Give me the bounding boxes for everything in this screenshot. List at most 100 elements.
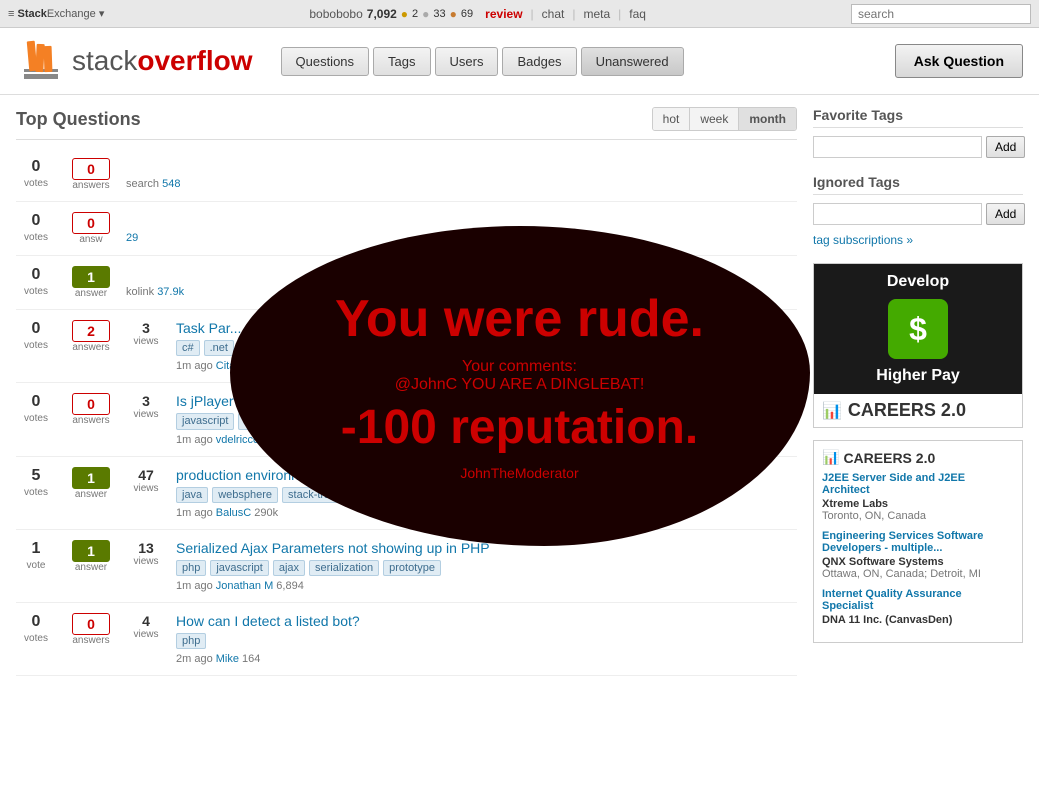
vote-count: 5: [32, 467, 41, 485]
job-entry-2: Engineering Services Software Developers…: [822, 530, 1014, 580]
view-count-area: 4 views: [126, 613, 166, 640]
question-title[interactable]: Serialized Ajax Parameters not showing u…: [176, 540, 797, 556]
ask-question-button[interactable]: Ask Question: [895, 44, 1023, 78]
hot-filter[interactable]: hot: [653, 108, 691, 130]
question-body: search 548: [126, 158, 797, 190]
badges-nav[interactable]: Badges: [502, 47, 576, 76]
votes-label: votes: [24, 178, 48, 189]
votes-label: votes: [24, 487, 48, 498]
tag-serialization[interactable]: serialization: [309, 560, 379, 576]
search-input[interactable]: [851, 4, 1031, 24]
tag-dotnet[interactable]: .net: [204, 340, 234, 356]
vote-count: 0: [32, 212, 41, 230]
user-link[interactable]: CitadelCSAlum: [216, 360, 291, 372]
tag-php2[interactable]: php: [176, 633, 206, 649]
question-title[interactable]: Is jPlayer compatible with PhoneGap?: [176, 393, 797, 409]
tag-javascript2[interactable]: javascript: [210, 560, 268, 576]
user-link[interactable]: 29: [126, 232, 138, 244]
bronze-badge-icon: ●: [450, 7, 457, 21]
vote-count: 0: [32, 266, 41, 284]
view-count: 47: [138, 467, 154, 483]
job-title-1[interactable]: J2EE Server Side and J2EE Architect: [822, 472, 1014, 496]
answer-count-area: 1 answer: [66, 266, 116, 299]
job-title-3[interactable]: Internet Quality Assurance Specialist: [822, 588, 1014, 612]
tag-prototype[interactable]: prototype: [383, 560, 441, 576]
review-link[interactable]: review: [485, 7, 522, 21]
answers-label: answers: [72, 342, 109, 353]
logo-stack: stack: [72, 45, 137, 76]
higher-pay-text: Higher Pay: [876, 367, 960, 385]
username[interactable]: bobobobo: [309, 7, 362, 21]
tag-csharp[interactable]: c#: [176, 340, 200, 356]
question-title[interactable]: [126, 212, 797, 228]
tag-jplayer[interactable]: jplayer: [416, 413, 460, 430]
favorite-tags-section: Favorite Tags Add: [813, 107, 1023, 158]
user-link[interactable]: 37.9k: [157, 286, 184, 298]
unanswered-nav[interactable]: Unanswered: [581, 47, 684, 76]
tag-websphere[interactable]: websphere: [212, 487, 278, 503]
tag-ajax[interactable]: ajax: [273, 560, 305, 576]
question-body: 29: [126, 212, 797, 244]
stackexchange-logo[interactable]: ≡ StackExchange ▾: [8, 7, 104, 20]
location-2: Ottawa, ON, Canada; Detroit, MI: [822, 568, 1014, 580]
favorite-tags-title: Favorite Tags: [813, 107, 1023, 128]
careers-logo-text: CAREERS 2.0: [848, 400, 966, 421]
faq-link[interactable]: faq: [629, 7, 646, 21]
gold-badge-icon: ●: [401, 7, 408, 21]
tag-php[interactable]: php: [176, 560, 206, 576]
answers-label: answers: [72, 415, 109, 426]
tag-android[interactable]: 🤖 android: [238, 413, 303, 430]
users-nav[interactable]: Users: [435, 47, 499, 76]
tags-nav[interactable]: Tags: [373, 47, 430, 76]
questions-nav[interactable]: Questions: [281, 47, 370, 76]
filter-tabs: hot week month: [652, 107, 797, 131]
answer-count-area: 1 answer: [66, 467, 116, 500]
tag-html5[interactable]: html5: [308, 413, 347, 430]
answer-count-area: 0 answ: [66, 212, 116, 245]
question-item: 0 votes 1 answer kolink 37.9k: [16, 256, 797, 310]
question-title[interactable]: Task Par... ...tException...: [176, 320, 797, 336]
tag-phonegap[interactable]: phonegap: [351, 413, 412, 430]
votes-label: votes: [24, 413, 48, 424]
question-title[interactable]: [126, 266, 797, 282]
ignored-tag-input[interactable]: [813, 203, 982, 225]
tag-stack-trace[interactable]: stack-trace: [282, 487, 348, 503]
tag-java[interactable]: java: [176, 487, 208, 503]
favorite-tag-input[interactable]: [813, 136, 982, 158]
topbar-right: [851, 4, 1031, 24]
careers-ad-image[interactable]: Develop $ Higher Pay 📊 CAREERS 2.0: [813, 263, 1023, 428]
question-title[interactable]: [126, 158, 797, 174]
tag-tpl[interactable]: task-parallel-library: [238, 340, 343, 356]
job-title-2[interactable]: Engineering Services Software Developers…: [822, 530, 1014, 554]
answer-count: 0: [72, 212, 110, 234]
question-meta: kolink 37.9k: [126, 286, 797, 298]
user-link[interactable]: Mike: [216, 653, 239, 665]
chat-link[interactable]: chat: [542, 7, 565, 21]
tag-custom-error[interactable]: custom-error-pages: [483, 487, 591, 503]
bar-chart-icon: 📊: [822, 401, 842, 421]
month-filter[interactable]: month: [739, 108, 796, 130]
user-link[interactable]: vdelricco: [216, 434, 259, 446]
vote-count-area: 0 votes: [16, 266, 56, 297]
sidebar: Favorite Tags Add Ignored Tags Add tag s…: [813, 107, 1023, 676]
tag-javascript[interactable]: javascript: [176, 413, 234, 430]
votes-label: votes: [24, 633, 48, 644]
vote-count: 1: [32, 540, 41, 558]
vote-count-area: 0 votes: [16, 320, 56, 351]
gold-count: 2: [412, 8, 418, 20]
favorite-add-button[interactable]: Add: [986, 136, 1025, 158]
answer-count: 0: [72, 158, 110, 180]
tag-prod-env[interactable]: production-environment: [352, 487, 480, 503]
ignored-add-button[interactable]: Add: [986, 203, 1025, 225]
user-link[interactable]: 548: [162, 178, 180, 190]
user-link[interactable]: Jonathan M: [216, 580, 273, 592]
meta-link[interactable]: meta: [583, 7, 610, 21]
tag-subscriptions-link[interactable]: tag subscriptions »: [813, 233, 1023, 247]
site-logo[interactable]: stackoverflow: [16, 36, 253, 86]
week-filter[interactable]: week: [690, 108, 739, 130]
question-title[interactable]: How can I detect a listed bot?: [176, 613, 797, 629]
user-link[interactable]: BalusC: [216, 507, 251, 519]
question-title[interactable]: production environnement - http 500 erro…: [176, 467, 797, 483]
answers-label: answer: [75, 562, 107, 573]
answer-count: 1: [72, 266, 110, 288]
